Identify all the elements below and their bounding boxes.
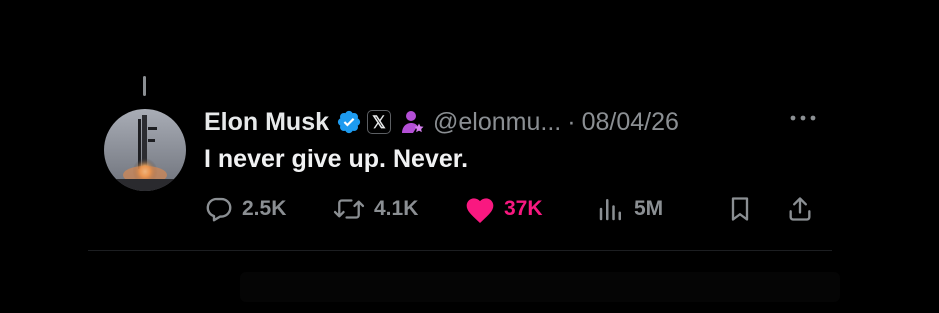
bookmark-icon bbox=[731, 197, 749, 221]
verified-badge-icon[interactable] bbox=[336, 109, 362, 135]
tweet-date[interactable]: 08/04/26 bbox=[582, 108, 679, 137]
reply-icon bbox=[206, 197, 232, 222]
like-count: 37K bbox=[504, 197, 543, 220]
more-options-icon[interactable] bbox=[788, 108, 818, 128]
tweet-text: I never give up. Never. bbox=[204, 145, 469, 173]
repost-icon bbox=[333, 199, 365, 219]
views-button[interactable]: 5M bbox=[596, 194, 663, 224]
person-star-icon[interactable] bbox=[401, 109, 425, 135]
reply-count: 2.5K bbox=[242, 197, 287, 220]
views-count: 5M bbox=[634, 197, 664, 220]
thread-connector-line bbox=[143, 76, 146, 96]
separator-dot: · bbox=[567, 107, 576, 136]
affiliation-badge-text: 𝕏 bbox=[372, 112, 386, 132]
reply-button[interactable]: 2.5K bbox=[204, 194, 286, 224]
repost-count: 4.1K bbox=[374, 197, 419, 220]
views-icon bbox=[599, 199, 621, 221]
share-button[interactable] bbox=[786, 194, 822, 224]
author-name[interactable]: Elon Musk bbox=[204, 108, 329, 137]
avatar[interactable] bbox=[104, 109, 186, 191]
avatar-image bbox=[104, 109, 186, 191]
action-bar: 2.5K 4.1K 37K 5M bbox=[0, 194, 939, 224]
repost-button[interactable]: 4.1K bbox=[332, 194, 418, 224]
tweet-divider bbox=[88, 250, 832, 251]
next-tweet-preview bbox=[240, 272, 840, 302]
bookmark-button[interactable] bbox=[726, 194, 762, 224]
tweet-header: Elon Musk 𝕏 @elonmu... · 08/04/26 bbox=[204, 104, 679, 140]
author-handle[interactable]: @elonmu... bbox=[433, 108, 561, 137]
like-button[interactable]: 37K bbox=[464, 194, 543, 224]
x-logo-icon[interactable]: 𝕏 bbox=[367, 110, 392, 134]
share-icon bbox=[789, 197, 811, 221]
heart-icon bbox=[466, 198, 494, 223]
